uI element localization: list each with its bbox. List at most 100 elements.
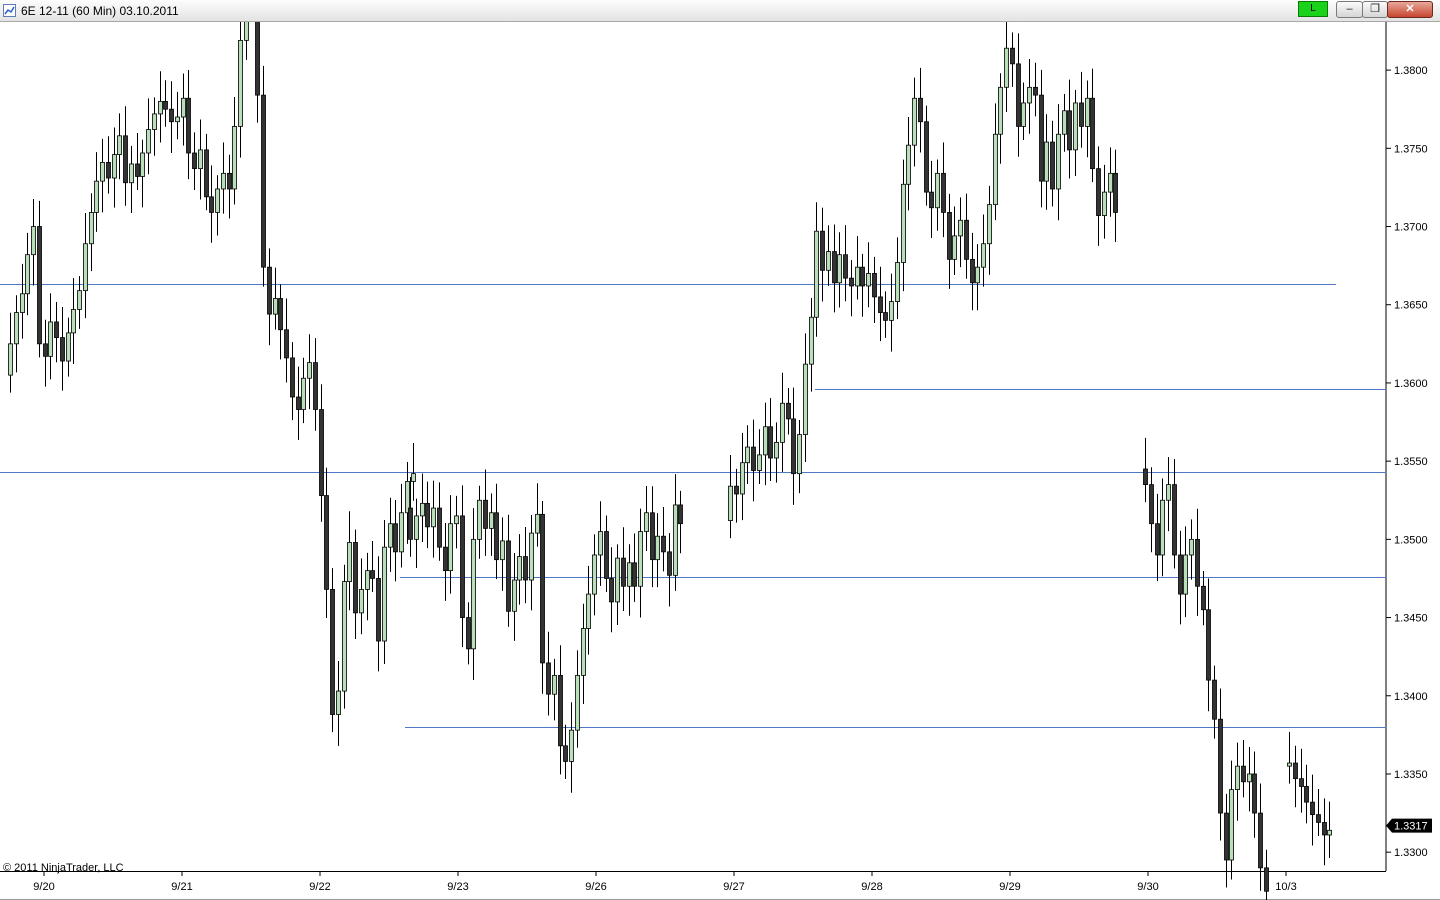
- time-tick-label: 10/3: [1275, 881, 1296, 893]
- candle-body: [370, 570, 375, 579]
- maximize-button[interactable]: ❐: [1362, 1, 1388, 18]
- candle-body: [1050, 141, 1055, 190]
- price-chart[interactable]: 1.3800 1.3750 1.3700 1.3650 1.3600 1.3550 1.35…: [0, 22, 1440, 900]
- candle: [581, 603, 586, 705]
- candle: [1235, 742, 1240, 821]
- candle-body: [140, 152, 145, 177]
- candle: [837, 232, 842, 308]
- candle: [152, 97, 157, 156]
- candle-body: [581, 628, 586, 676]
- candle-body: [48, 321, 53, 357]
- candle-body: [661, 535, 666, 553]
- candle-body: [448, 523, 453, 572]
- candle-body: [791, 418, 796, 475]
- candle-body: [563, 745, 568, 762]
- candle: [540, 501, 545, 694]
- candle: [37, 200, 42, 358]
- candle: [627, 544, 632, 616]
- candle-body: [814, 230, 819, 318]
- candle: [1299, 748, 1304, 813]
- candle: [632, 533, 637, 602]
- time-axis[interactable]: 9/20 9/21 9/22 9/23 9/26 9/27 9/28 9/29 9/30 10/3: [33, 871, 1297, 893]
- candle: [1010, 32, 1015, 87]
- window-title: 6E 12-11 (60 Min) 03.10.2011: [21, 4, 179, 18]
- candle-body: [1044, 141, 1049, 182]
- candle-body: [221, 172, 226, 190]
- candle-body: [826, 251, 831, 271]
- candle: [1016, 33, 1021, 157]
- candle: [569, 702, 574, 793]
- candle-body: [1327, 829, 1332, 836]
- minimize-button[interactable]: –: [1336, 1, 1363, 18]
- candle: [592, 534, 597, 616]
- candle-body: [855, 266, 860, 287]
- candle-body: [901, 183, 906, 263]
- candle: [586, 565, 591, 655]
- candle: [981, 214, 986, 287]
- candle: [431, 480, 436, 558]
- candle-body: [25, 254, 30, 295]
- price-axis[interactable]: 1.3800 1.3750 1.3700 1.3650 1.3600 1.3550 1.35…: [1386, 65, 1432, 859]
- candle-body: [998, 86, 1003, 135]
- candle-body: [169, 108, 174, 123]
- candle-body: [1155, 523, 1160, 556]
- candle-body: [1108, 172, 1113, 193]
- candle: [129, 145, 134, 214]
- candle: [146, 98, 151, 175]
- candle: [745, 425, 750, 485]
- candle: [1021, 82, 1026, 140]
- candle: [420, 473, 425, 543]
- candle: [598, 501, 603, 586]
- candle-body: [780, 402, 785, 443]
- candle-body: [1062, 110, 1067, 135]
- candle: [826, 225, 831, 286]
- candle-body: [466, 617, 471, 650]
- time-tick-label: 9/21: [171, 881, 192, 893]
- candle-body: [1149, 484, 1154, 525]
- time-tick-label: 9/28: [861, 881, 882, 893]
- candle-body: [650, 512, 655, 561]
- candle: [365, 552, 370, 621]
- candle-body: [849, 277, 854, 287]
- candle: [54, 301, 59, 363]
- candle-body: [1201, 585, 1206, 611]
- candle-body: [809, 316, 814, 365]
- candle-body: [431, 507, 436, 528]
- candle: [14, 295, 19, 373]
- candle: [414, 498, 419, 568]
- candle-body: [592, 554, 597, 595]
- candle-body: [347, 542, 352, 582]
- time-tick-label: 9/20: [33, 881, 54, 893]
- candle-body: [745, 446, 750, 464]
- candle: [1241, 739, 1246, 798]
- candle-body: [569, 729, 574, 762]
- time-tick-label: 9/29: [999, 881, 1020, 893]
- candle-body: [1316, 814, 1321, 823]
- candle: [958, 197, 963, 268]
- candle: [1247, 746, 1252, 812]
- candle: [437, 482, 442, 561]
- candle: [512, 552, 517, 641]
- candle: [924, 105, 929, 206]
- candle: [1102, 164, 1107, 239]
- candle-body: [638, 531, 643, 587]
- candle-body: [837, 254, 842, 284]
- chart-frame: [0, 22, 1440, 900]
- candle: [1149, 467, 1154, 553]
- candle-body: [301, 377, 306, 410]
- candle: [31, 199, 36, 286]
- candle-body: [443, 546, 448, 572]
- candle-body: [843, 254, 848, 279]
- candle-body: [215, 188, 220, 213]
- close-button[interactable]: ✕: [1387, 1, 1433, 18]
- candle: [609, 547, 614, 633]
- candle-body: [477, 499, 482, 540]
- candle-body: [667, 551, 672, 576]
- candle: [140, 139, 145, 208]
- candle: [100, 138, 105, 213]
- candle: [1166, 457, 1171, 532]
- candle: [399, 483, 404, 568]
- connection-status-indicator[interactable]: L: [1298, 1, 1328, 17]
- candle-body: [290, 357, 295, 398]
- candle-body: [1033, 86, 1038, 96]
